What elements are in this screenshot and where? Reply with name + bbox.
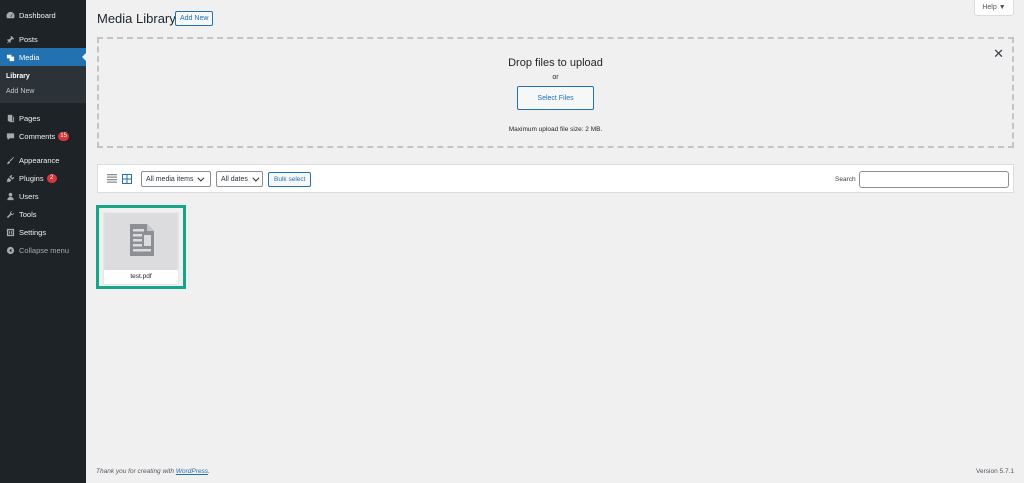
sidebar-item-label: Media <box>19 52 40 62</box>
media-type-filter-value: All media items <box>146 175 194 183</box>
submenu-item-library[interactable]: Library <box>0 69 86 84</box>
sidebar-item-tools[interactable]: Tools <box>0 205 86 223</box>
pages-icon <box>5 113 15 123</box>
sidebar-item-media[interactable]: Media <box>0 48 86 66</box>
sidebar-item-pages[interactable]: Pages <box>0 109 86 127</box>
plugins-count-badge: 2 <box>46 173 57 183</box>
attachment-filename: test.pdf <box>104 269 178 284</box>
select-files-button[interactable]: Select Files <box>517 86 594 110</box>
admin-sidebar: Dashboard Posts Media Library Add New Pa… <box>0 0 86 483</box>
attachment-thumbnail[interactable]: test.pdf <box>103 212 179 285</box>
date-filter[interactable]: All dates <box>216 171 263 187</box>
sidebar-item-posts[interactable]: Posts <box>0 30 86 48</box>
collapse-menu-button[interactable]: Collapse menu <box>0 241 86 259</box>
sidebar-item-dashboard[interactable]: Dashboard <box>0 6 86 24</box>
chevron-down-icon <box>197 174 205 182</box>
search-label: Search <box>835 176 856 183</box>
drop-files-heading: Drop files to upload <box>508 57 603 69</box>
sidebar-item-label: Dashboard <box>19 10 56 20</box>
sidebar-item-settings[interactable]: Settings <box>0 223 86 241</box>
footer-version: Version 5.7.1 <box>976 468 1014 475</box>
user-icon <box>5 191 15 201</box>
sidebar-item-users[interactable]: Users <box>0 187 86 205</box>
page-title: Media Library <box>97 11 176 26</box>
upload-dropzone[interactable]: ✕ Drop files to upload or Select Files M… <box>97 37 1014 148</box>
wrench-icon <box>5 209 15 219</box>
chevron-down-icon <box>252 174 260 182</box>
document-icon <box>130 224 154 256</box>
list-view-icon[interactable] <box>107 174 117 183</box>
submenu-item-add-new[interactable]: Add New <box>0 84 86 99</box>
sidebar-item-label: Comments <box>19 131 56 141</box>
sidebar-item-label: Settings <box>19 227 47 237</box>
drop-or-text: or <box>552 74 559 81</box>
plugin-icon <box>5 173 15 183</box>
sidebar-item-label: Posts <box>19 34 38 44</box>
media-toolbar: All media items All dates Bulk select Se… <box>97 164 1014 193</box>
footer-thanks-suffix: . <box>208 468 210 475</box>
collapse-icon <box>5 245 15 255</box>
attachment-item[interactable]: test.pdf <box>96 205 186 289</box>
dashboard-icon <box>5 10 15 20</box>
add-new-button[interactable]: Add New <box>175 11 214 26</box>
sidebar-item-label: Users <box>19 191 39 201</box>
brush-icon <box>5 155 15 165</box>
sidebar-item-label: Pages <box>19 113 41 123</box>
wordpress-link[interactable]: WordPress <box>176 468 208 475</box>
media-icon <box>5 52 15 62</box>
sidebar-item-comments[interactable]: Comments 15 <box>0 127 86 145</box>
comments-count-badge: 15 <box>58 131 69 141</box>
footer-thanks-text: Thank you for creating with <box>96 468 176 475</box>
comment-icon <box>5 131 15 141</box>
media-type-filter[interactable]: All media items <box>141 171 211 187</box>
search-input[interactable] <box>859 171 1009 188</box>
bulk-select-button[interactable]: Bulk select <box>268 172 312 187</box>
settings-icon <box>5 227 15 237</box>
sidebar-item-label: Plugins <box>19 173 44 183</box>
sidebar-item-label: Collapse menu <box>19 245 70 255</box>
pin-icon <box>5 34 15 44</box>
sidebar-item-label: Tools <box>19 209 37 219</box>
sidebar-item-plugins[interactable]: Plugins 2 <box>0 169 86 187</box>
date-filter-value: All dates <box>221 175 248 183</box>
footer-thanks: Thank you for creating with WordPress. <box>96 468 210 475</box>
main-content: Media Library Add New Help ▼ ✕ Drop file… <box>86 0 1024 483</box>
grid-view-icon[interactable] <box>122 174 132 184</box>
sidebar-item-label: Appearance <box>19 155 60 165</box>
help-tab-button[interactable]: Help ▼ <box>974 0 1014 16</box>
sidebar-item-appearance[interactable]: Appearance <box>0 151 86 169</box>
media-submenu: Library Add New <box>0 66 86 103</box>
max-upload-size-text: Maximum upload file size: 2 MB. <box>508 126 603 133</box>
